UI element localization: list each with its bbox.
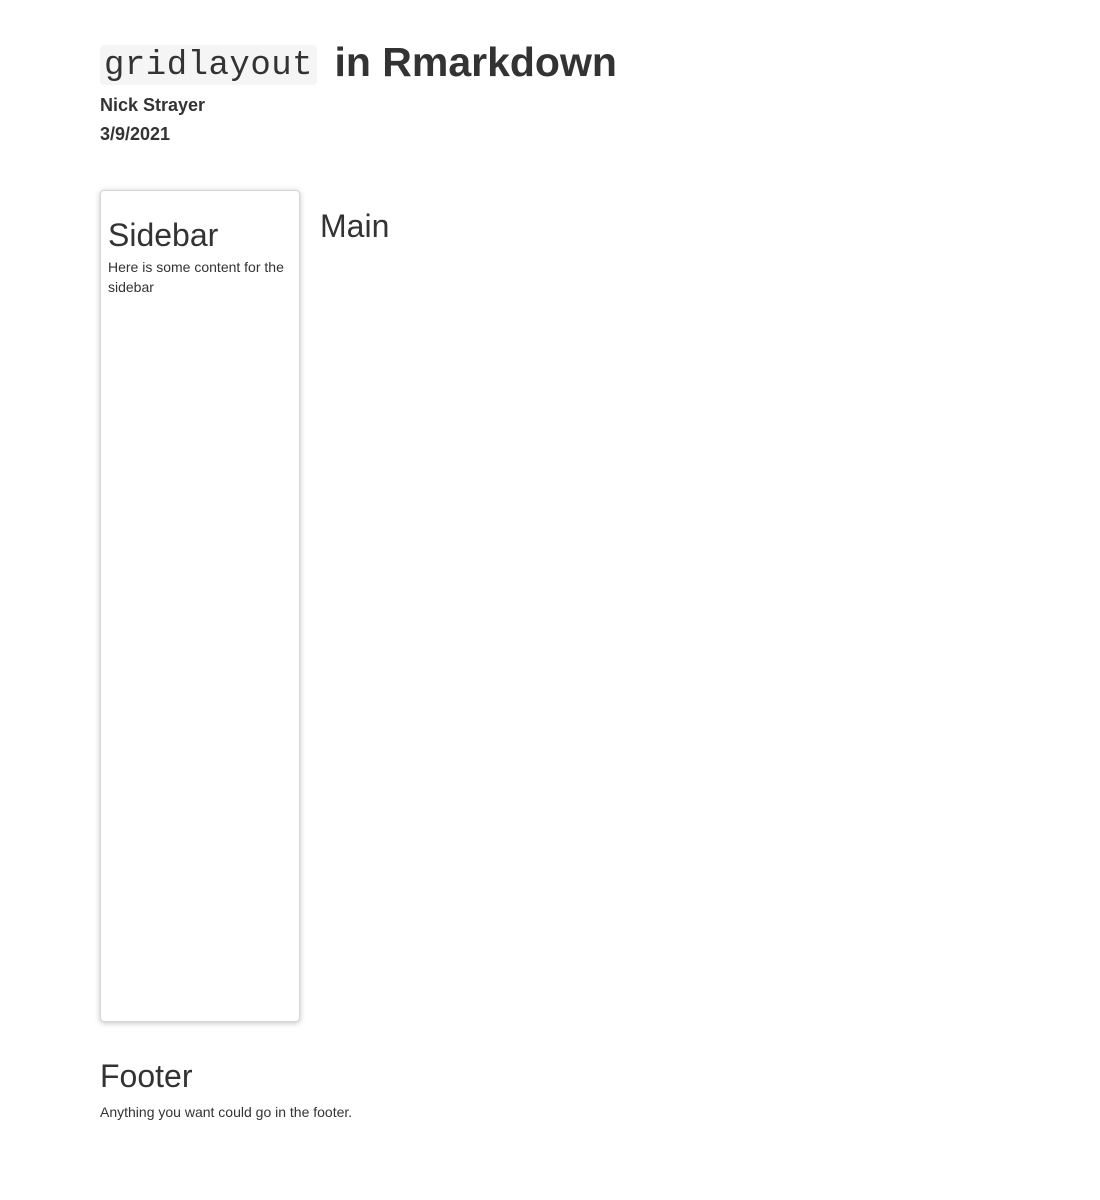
main-panel: Main	[320, 206, 389, 246]
document-page: gridlayout in Rmarkdown Nick Strayer 3/9…	[0, 0, 1100, 1200]
sidebar-panel: Sidebar Here is some content for the sid…	[100, 190, 300, 1022]
footer-heading: Footer	[100, 1058, 193, 1094]
title-text: in Rmarkdown	[323, 39, 617, 85]
title-code: gridlayout	[100, 45, 318, 85]
sidebar-heading: Sidebar	[108, 217, 219, 253]
author-name: Nick Strayer	[100, 95, 206, 115]
page-title: gridlayout in Rmarkdown	[100, 36, 617, 88]
sidebar-content: Here is some content for the sidebar	[108, 259, 284, 295]
footer-content: Anything you want could go in the footer…	[100, 1104, 353, 1120]
main-heading: Main	[320, 208, 390, 244]
document-date: 3/9/2021	[100, 124, 171, 144]
footer-panel: Footer Anything you want could go in the…	[100, 1056, 352, 1122]
document-header: gridlayout in Rmarkdown	[100, 36, 617, 88]
